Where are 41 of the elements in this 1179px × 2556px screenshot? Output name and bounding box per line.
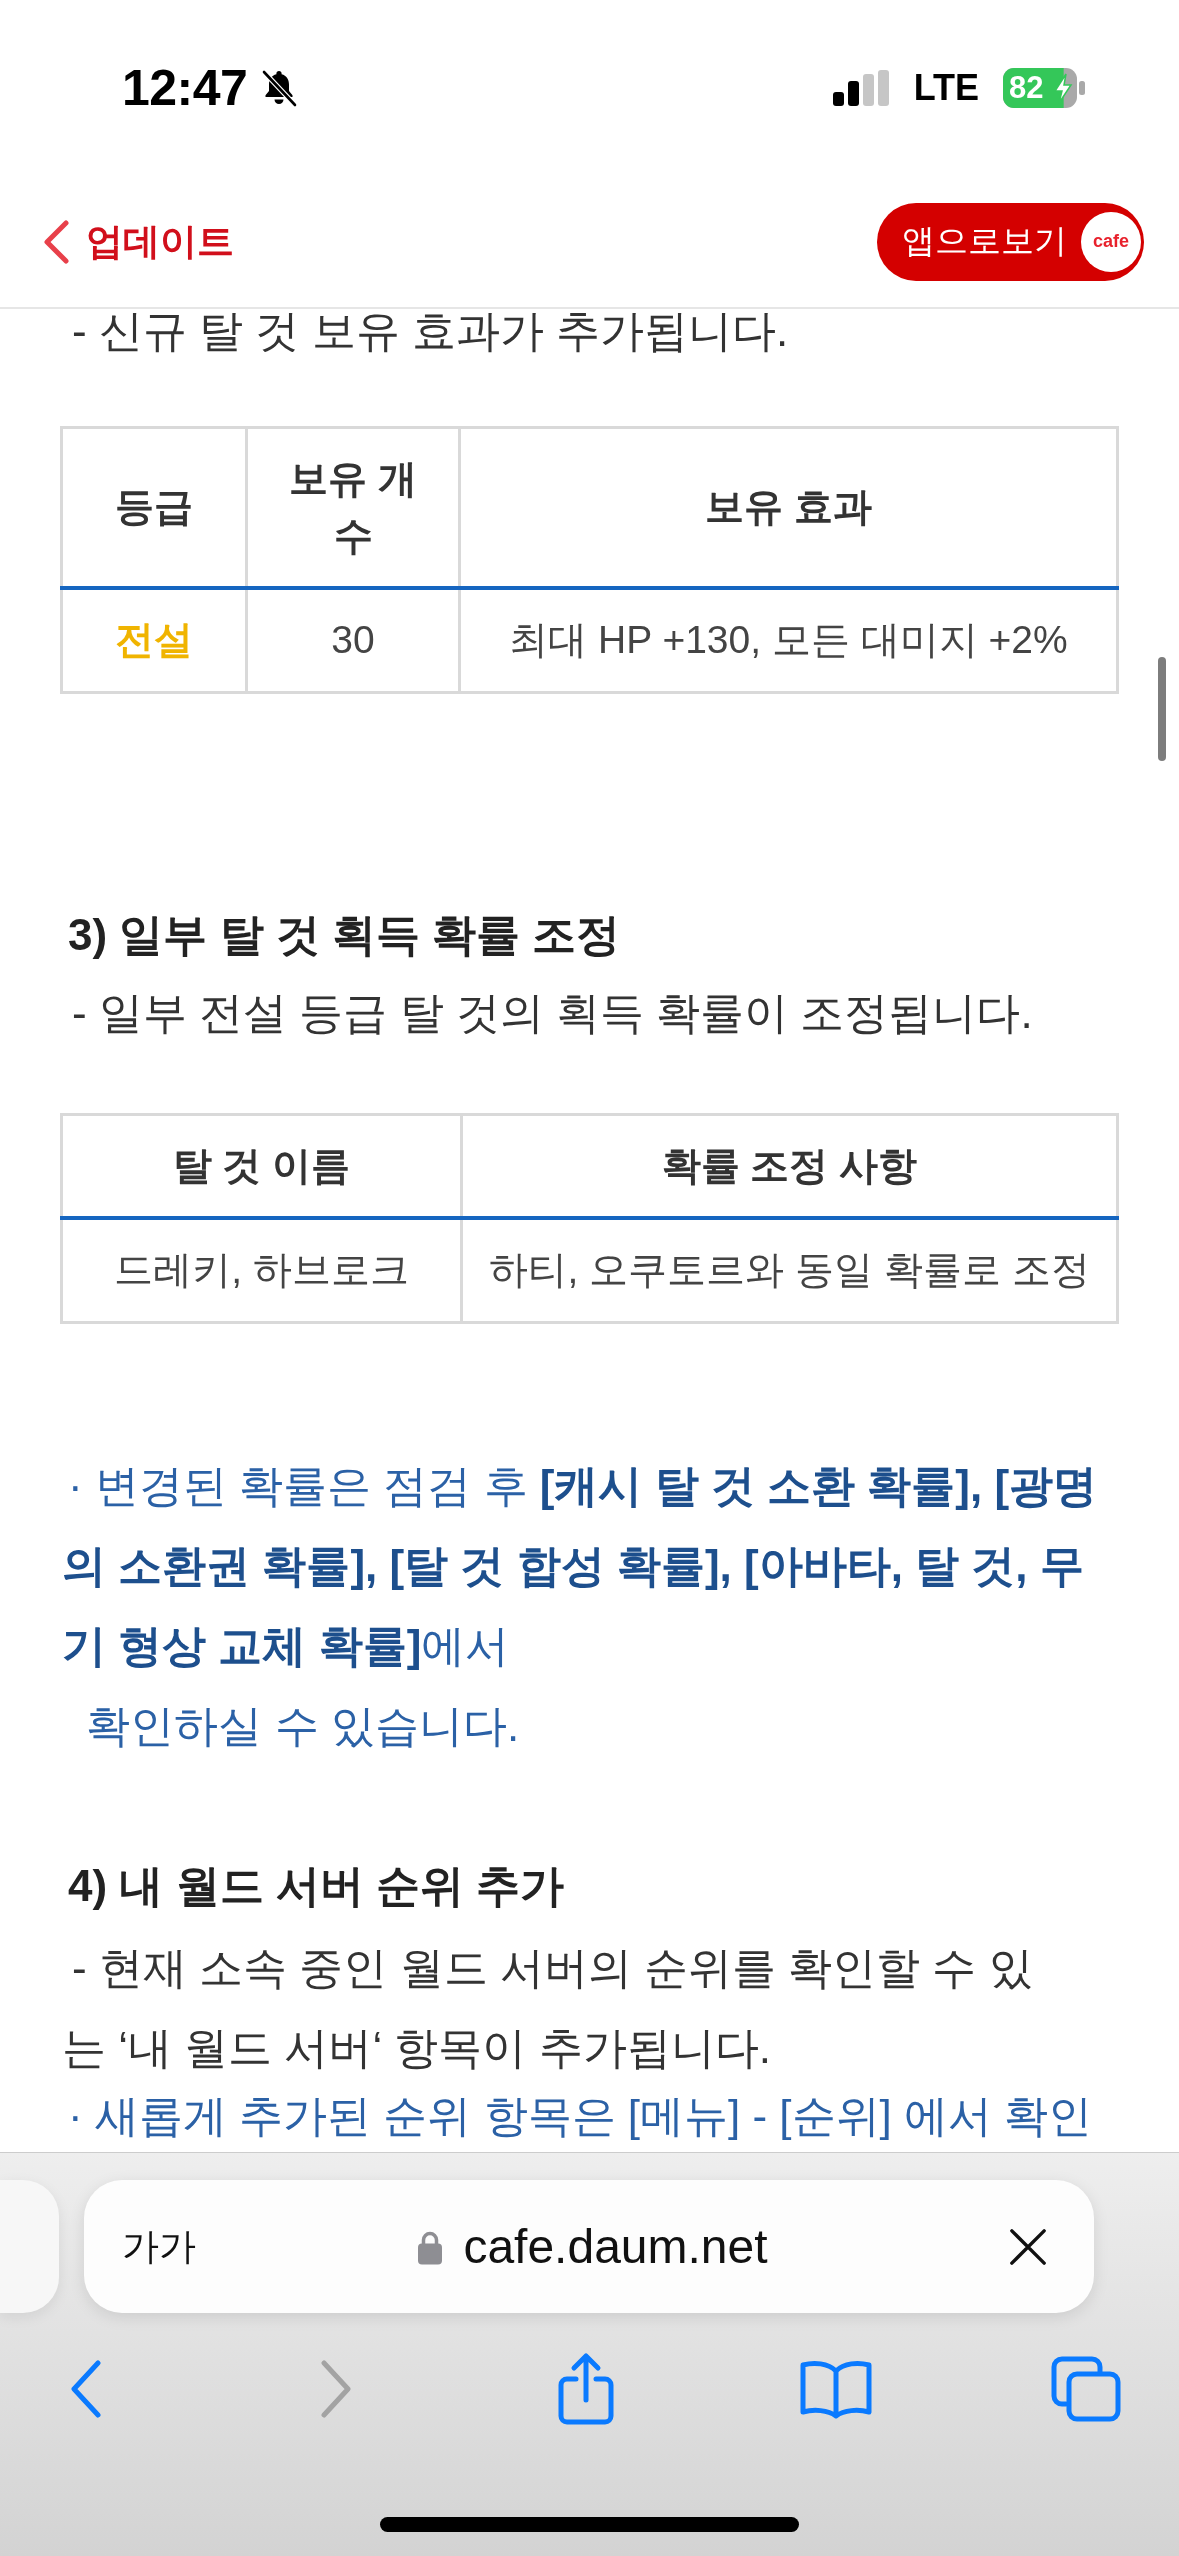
table-cell: 하티, 오쿠토르와 동일 확률로 조정: [461, 1218, 1118, 1323]
share-icon: [557, 2352, 615, 2426]
paragraph-text: - 신규 탈 것 보유 효과가 추가됩니다.: [71, 309, 790, 353]
table-cell: 드레키, 하브로크: [61, 1218, 462, 1323]
column-header: 등급: [61, 427, 247, 589]
bell-slash-icon: [259, 68, 300, 108]
bookmarks-button[interactable]: [799, 2359, 873, 2419]
paragraph-text: - 일부 전설 등급 탈 것의 획득 확률이 조정됩니다.: [71, 986, 1034, 1039]
column-header: 확률 조정 사항: [461, 1114, 1118, 1219]
signal-icon: [832, 70, 890, 106]
open-in-app-button[interactable]: 앱으로보기 cafe: [877, 202, 1144, 281]
battery-icon: [1003, 68, 1085, 108]
status-time: 12:47: [122, 59, 248, 117]
chevron-right-icon: [320, 2360, 352, 2418]
column-header: 탈 것 이름: [61, 1114, 462, 1219]
chevron-left-icon: [70, 2360, 102, 2418]
book-icon: [799, 2359, 873, 2419]
section-heading: 3) 일부 탈 것 획득 확률 조정: [67, 908, 622, 961]
address-bar[interactable]: 가가 cafe.daum.net: [84, 2180, 1094, 2313]
table-cell: 전설: [61, 588, 247, 693]
url-text: cafe.daum.net: [463, 2219, 768, 2274]
back-button[interactable]: [70, 2360, 102, 2418]
tabs-icon: [1051, 2356, 1121, 2422]
tabs-button[interactable]: [1051, 2356, 1121, 2422]
note-text: · 새롭게 추가된 순위 항목은 [메뉴] - [순위] 에서 확인: [67, 2093, 1094, 2138]
section-heading: 4) 내 월드 서버 순위 추가: [67, 1859, 566, 1912]
table-cell: 30: [246, 588, 460, 693]
cafe-logo: cafe: [1081, 211, 1141, 272]
column-header: 보유 개수: [246, 427, 460, 589]
table-cell: 최대 HP +130, 모든 대미지 +2%: [459, 588, 1118, 693]
network-type: LTE: [913, 67, 979, 109]
note-text: · 변경된 확률은 점검 후 [캐시 탈 것 소환 확률], [광명의 소환권 확률], [탈 것 합성 확률], [아바타, 탈 것, 무기 형상 교체 확률]에서 확인하실 수 있습니다.: [61, 1459, 1099, 1752]
share-button[interactable]: [557, 2352, 615, 2426]
close-icon: [1009, 2227, 1047, 2266]
paragraph-text: - 현재 소속 중인 월드 서버의 순위를 확인할 수 있는 ‘내 월드 서버‘ 항목이 추가됩니다.: [61, 1941, 1034, 2074]
back-button[interactable]: 업데이트: [42, 216, 234, 267]
battery-percentage: 82: [1009, 69, 1044, 107]
text-size-button[interactable]: 가가: [122, 2221, 196, 2272]
close-button[interactable]: [1009, 2227, 1047, 2266]
chevron-left-icon: [42, 219, 70, 264]
column-header: 보유 효과: [459, 427, 1118, 589]
